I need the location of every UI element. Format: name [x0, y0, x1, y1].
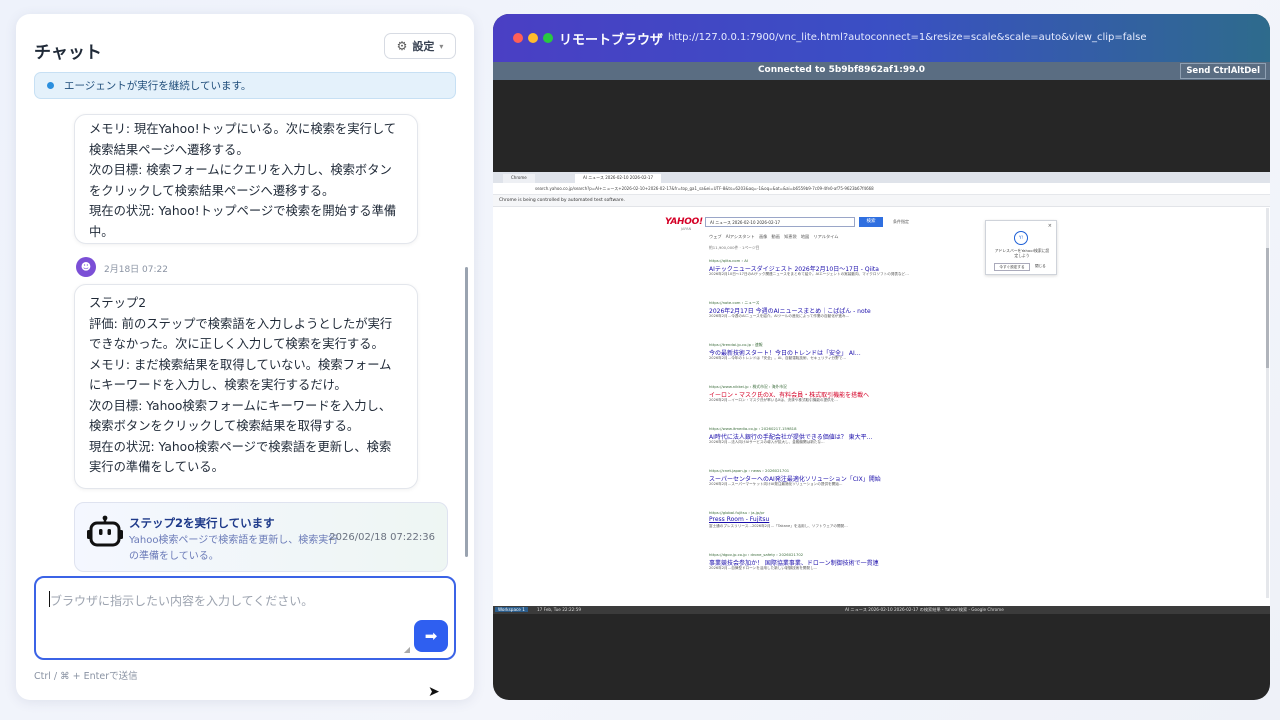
message-bubble: メモリ: 現在Yahoo!トップにいる。次に検索を実行して検索結果ページへ遷移す… — [74, 114, 418, 244]
message-line: 次の目標: Yahoo検索フォームにキーワードを入力し、検索ボタンをクリックして… — [89, 398, 392, 434]
automation-infobar: Chrome is being controlled by automated … — [493, 195, 1270, 207]
yahoo-search-button[interactable]: 検索 — [859, 217, 883, 227]
result-snippet: 2026年2月…自律型ドローンを活用した新しい制御技術を開発し… — [709, 566, 818, 570]
send-button[interactable]: ➡ — [414, 620, 448, 652]
search-result[interactable]: https://note.com › ニュース 2026年2月17日 今週のAIニ… — [709, 300, 909, 324]
remote-title-bar: リモートブラウザ http://127.0.0.1:7900/vnc_lite.… — [493, 14, 1270, 62]
search-result[interactable]: https://www.nikkei.jp › 株式市況 › 海外市況 イーロン・… — [709, 384, 909, 408]
close-icon[interactable]: × — [1048, 223, 1052, 229]
minimize-dot-icon[interactable] — [528, 33, 538, 43]
yahoo-search-input[interactable]: AI ニュース 2026-02-10 2026-02-17 — [705, 217, 855, 227]
execution-time: 2026/02/18 07:22:36 — [329, 532, 435, 543]
search-result[interactable]: https://global.fujitsu › ja-jp/pr Press R… — [709, 510, 909, 534]
chevron-down-icon: ▾ — [439, 41, 444, 51]
result-title-link[interactable]: 今の最新技術スタート！今日のトレンドは「安全」 AI… — [709, 348, 909, 356]
popup-set-button[interactable]: 今すぐ設定する — [994, 263, 1030, 271]
send-ctrlaltdel-button[interactable]: Send CtrlAltDel — [1180, 63, 1266, 79]
execution-description: Yahoo検索ページで検索語を更新し、検索実行の準備をしている。 — [129, 535, 339, 562]
input-placeholder: ブラウザに指示したい内容を入力してください。 — [50, 594, 314, 608]
message-line: メモリ: 現在Yahoo!トップにいる。次に検索を実行して検索結果ページへ遷移す… — [89, 122, 397, 157]
message-timestamp: 2月18日 07:22 — [104, 265, 168, 275]
result-count: 約11,900,000件 · 1ページ目 — [709, 245, 760, 250]
remote-title: リモートブラウザ — [559, 33, 664, 48]
search-result[interactable]: https://trendai.jp.co.jp › 速報 今の最新技術スタート！… — [709, 342, 909, 366]
browser-navbar: search.yahoo.co.jp/search?p=AI+ニュース+2026… — [493, 183, 1270, 195]
result-snippet: 富士通のプレスリリース…2026年2月…「Takane」を活用し、ソフトウェアの… — [709, 524, 848, 528]
result-title-link[interactable]: 2026年2月17日 今週のAIニュースまとめ｜こばぱん - note — [709, 306, 909, 314]
taskbar-clock: 17 Feb, Tue 22:22:59 — [537, 607, 582, 612]
search-options-link[interactable]: 条件指定 — [893, 219, 909, 225]
result-snippet: 2026年2月…スーパーマーケット向けAI発注最適化ソリューションの提供を開始… — [709, 482, 843, 486]
message-list[interactable]: メモリ: 現在Yahoo!トップにいる。次に検索を実行して検索結果ページへ遷移す… — [34, 112, 456, 572]
result-title-link[interactable]: 事業競技会参加か！ 国際協業事業、ドローン制御技術で一貫連 — [709, 558, 909, 566]
status-banner: エージェントが実行を継続しています。 — [34, 72, 456, 99]
message-line: 評価: 前のステップで検索語を入力しようとしたが実行できなかった。次に正しく入力… — [89, 316, 393, 352]
message-line: メモリ: まだ検索結果を取得していない。検索フォームにキーワードを入力し、検索を… — [89, 357, 392, 393]
os-taskbar: Workspace 1 17 Feb, Tue 22:22:59 AI ニュース… — [493, 606, 1270, 614]
settings-popup: × Y! アドレスバーをYahoo!検索に設定しよう 今すぐ設定する 閉じる — [985, 220, 1057, 275]
result-snippet: 2026年2月10日〜17日のAIテック関連ニュースをまとめて紹介。AIエージェ… — [709, 272, 909, 276]
popup-text: アドレスバーをYahoo!検索に設定しよう — [994, 248, 1050, 258]
result-snippet: 2026年2月…法人向けAIサービスの導入が拡大し、金融機関は新たな… — [709, 440, 825, 444]
status-text: エージェントが実行を継続しています。 — [64, 80, 252, 92]
close-dot-icon[interactable] — [513, 33, 523, 43]
execution-title: ステップ2を実行しています — [129, 516, 275, 530]
settings-label: 設定 — [412, 40, 435, 53]
yahoo-circle-icon: Y! — [1014, 231, 1028, 245]
search-result[interactable]: https://dgov.jp.co.jp › drone_safety › 2… — [709, 552, 909, 576]
message-line: ステップ2 — [89, 296, 147, 310]
browser-tabstrip: Chrome AI ニュース 2026-02-10 2026-02-17 — [493, 172, 1270, 183]
result-title-link[interactable]: イーロン・マスク氏のX、有料会員・株式取引機能を搭載へ — [709, 390, 909, 398]
address-bar[interactable]: search.yahoo.co.jp/search?p=AI+ニュース+2026… — [535, 186, 874, 192]
taskbar-window-title[interactable]: AI ニュース 2026-02-10 2026-02-17 の検索結果 - Ya… — [845, 607, 1004, 613]
result-title-link[interactable]: Press Room - Fujitsu — [709, 516, 909, 524]
status-dot-icon — [47, 82, 54, 89]
maximize-dot-icon[interactable] — [543, 33, 553, 43]
chat-scrollbar[interactable] — [465, 267, 468, 557]
remote-url: http://127.0.0.1:7900/vnc_lite.html?auto… — [668, 32, 1147, 43]
yahoo-search-tabs[interactable]: ウェブ AIアシスタント 画像 動画 知恵袋 地図 リアルタイム — [709, 234, 838, 240]
browser-tab-active[interactable]: AI ニュース 2026-02-10 2026-02-17 — [575, 174, 662, 183]
remote-screen[interactable]: Chrome AI ニュース 2026-02-10 2026-02-17 sea… — [493, 172, 1270, 606]
settings-button[interactable]: ⚙ 設定 ▾ — [384, 33, 456, 59]
workspace-label[interactable]: Workspace 1 — [495, 607, 528, 612]
search-result[interactable]: https://qiita.com › AI AIテックニュースダイジェスト 20… — [709, 258, 909, 282]
result-snippet: 2026年2月…今週のAIニュースを紹介。AIツールの進化によって作業の自動化が… — [709, 314, 850, 318]
search-result[interactable]: https://cnet.japan.jp › news › 202602170… — [709, 468, 909, 492]
result-snippet: 2026年2月…今年のトレンドは「安全」。AI、自動運転技術、セキュリティ分野で… — [709, 356, 846, 360]
result-title-link[interactable]: AIテックニュースダイジェスト 2026年2月10日〜17日 - Qiita — [709, 264, 909, 272]
chat-title: チャット — [34, 43, 102, 63]
page-scrollbar[interactable] — [1266, 208, 1269, 598]
result-snippet: 2026年2月…イーロン・マスク氏が率いるXは、決済や株式取引機能の提供を… — [709, 398, 838, 402]
send-hint: Ctrl / ⌘ + Enterで送信 — [34, 671, 138, 682]
message-line: 現在の状況: Yahoo!トップページで検索を開始する準備中。 — [89, 204, 397, 239]
result-title-link[interactable]: AI時代に法人銀行の手配会社が提供できる価値は？ 東大平… — [709, 432, 909, 440]
vnc-status-bar: Connected to 5b9bf8962af1:99.0 Send Ctrl… — [493, 62, 1270, 80]
popup-close-button[interactable]: 閉じる — [1035, 264, 1046, 269]
robot-icon: ☻ — [80, 261, 92, 273]
chat-header: チャット ⚙ 設定 ▾ — [34, 33, 456, 64]
remote-browser-panel: リモートブラウザ http://127.0.0.1:7900/vnc_lite.… — [493, 14, 1270, 700]
robot-icon — [87, 515, 123, 547]
agent-avatar: ☻ — [76, 257, 96, 277]
browser-tab[interactable]: Chrome — [503, 174, 535, 183]
result-title-link[interactable]: スーパーセンターへのAI発注最適化ソリューション「CIX」開始 — [709, 474, 909, 482]
resize-grip-icon[interactable]: ◢ — [404, 645, 410, 654]
yahoo-logo-sub: JAPAN — [681, 227, 692, 231]
instruction-input[interactable]: ブラウザに指示したい内容を入力してください。 ◢ ➡ — [34, 576, 456, 660]
infobar-text: Chrome is being controlled by automated … — [499, 198, 625, 203]
page-scrollbar-thumb[interactable] — [1266, 248, 1269, 368]
mouse-cursor-icon: ➤ — [428, 684, 440, 700]
search-result[interactable]: https://www.itmedia.co.jp › 20260217-159… — [709, 426, 909, 450]
message-line: 現在の状況: Yahoo検索ページで検索語を更新し、検索実行の準備をしている。 — [89, 439, 392, 475]
gear-icon: ⚙ — [396, 39, 408, 53]
window-controls — [513, 33, 553, 43]
chat-panel: チャット ⚙ 設定 ▾ エージェントが実行を継続しています。 メモリ: 現在Ya… — [16, 14, 474, 700]
message-line: 次の目標: 検索フォームにクエリを入力し、検索ボタンをクリックして検索結果ページ… — [89, 163, 392, 198]
yahoo-logo[interactable]: YAHOO! — [665, 217, 703, 227]
vnc-status: Connected to 5b9bf8962af1:99.0 — [757, 65, 926, 75]
arrow-right-icon: ➡ — [424, 627, 438, 645]
message-bubble: ステップ2 評価: 前のステップで検索語を入力しようとしたが実行できなかった。次… — [74, 284, 418, 489]
execution-card: ステップ2を実行しています Yahoo検索ページで検索語を更新し、検索実行の準備… — [74, 502, 448, 572]
